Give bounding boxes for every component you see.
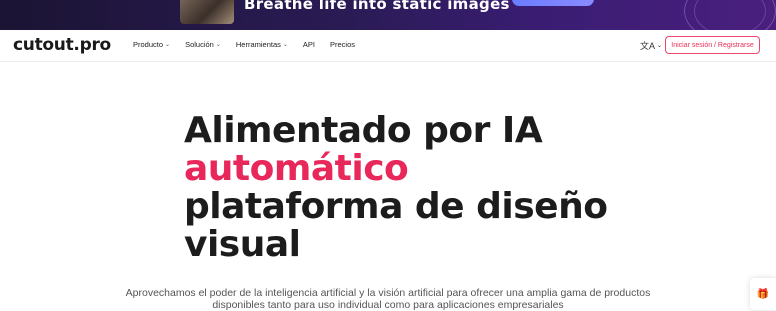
banner-headline: Breathe life into static images	[244, 0, 510, 13]
promo-banner[interactable]: Breathe life into static images	[0, 0, 776, 30]
menu-item-producto[interactable]: Producto ⌄	[133, 40, 170, 49]
menu-item-api[interactable]: API	[303, 40, 315, 49]
language-selector[interactable]: 文A ⌄	[640, 39, 662, 52]
hero-line: plataforma de diseño	[184, 186, 608, 227]
hero-accent-line: automático	[184, 148, 409, 189]
menu-item-label: Solución	[185, 40, 214, 49]
menu-item-label: API	[302, 40, 316, 49]
hero-line: Alimentado por IA	[184, 110, 543, 151]
login-register-button[interactable]: Iniciar sesión / Registrarse	[665, 36, 760, 54]
hero-heading: Alimentado por IA automático plataforma …	[184, 110, 608, 265]
translate-icon: 文A	[640, 41, 656, 51]
chevron-down-icon: ⌄	[165, 42, 171, 48]
chevron-down-icon: ⌄	[215, 42, 221, 48]
banner-thumbnail	[180, 0, 234, 24]
main-menu: Producto ⌄ Solución ⌄ Herramientas ⌄ API…	[133, 40, 370, 49]
chevron-down-icon: ⌄	[282, 42, 288, 48]
banner-decoration	[694, 0, 766, 30]
logo[interactable]: cutout.pro	[13, 35, 111, 55]
gift-button[interactable]: 🎁	[750, 278, 776, 310]
banner-cta-button[interactable]	[512, 0, 594, 6]
menu-item-herramientas[interactable]: Herramientas ⌄	[236, 40, 288, 49]
hero-line: visual	[184, 224, 301, 265]
chevron-down-icon: ⌄	[657, 43, 663, 49]
top-navigation: cutout.pro Producto ⌄ Solución ⌄ Herrami…	[0, 30, 776, 62]
menu-item-label: Precios	[330, 40, 356, 49]
menu-item-label: Producto	[133, 40, 164, 49]
menu-item-solucion[interactable]: Solución ⌄	[185, 40, 221, 49]
gift-icon: 🎁	[756, 288, 770, 300]
hero-description: Aprovechamos el poder de la inteligencia…	[125, 287, 651, 311]
menu-item-label: Herramientas	[235, 40, 281, 49]
menu-item-precios[interactable]: Precios	[330, 40, 355, 49]
